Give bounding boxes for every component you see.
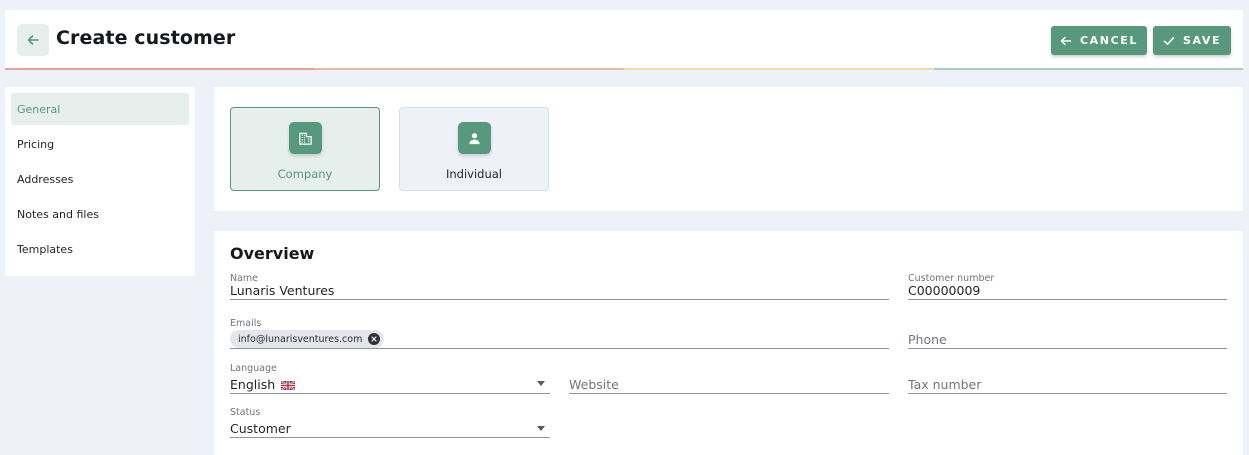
name-field[interactable]: Name Lunaris Ventures xyxy=(230,273,889,300)
divider-segment xyxy=(624,68,934,70)
chevron-down-icon xyxy=(537,381,545,386)
field-value: Customer xyxy=(230,421,291,436)
chevron-down-icon xyxy=(537,426,545,431)
customer-type-individual-card[interactable]: Individual xyxy=(399,107,549,191)
page-header: Create customer CANCEL SAVE xyxy=(5,10,1243,70)
cancel-button-label: CANCEL xyxy=(1080,34,1138,47)
field-placeholder: Phone xyxy=(908,332,947,347)
field-value: English xyxy=(230,377,296,392)
section-title: Overview xyxy=(230,244,315,263)
field-placeholder: Website xyxy=(569,377,619,392)
field-value: C00000009 xyxy=(908,283,981,298)
language-select[interactable]: Language English xyxy=(230,363,550,394)
field-label: Status xyxy=(230,407,261,418)
check-icon xyxy=(1163,36,1175,45)
uk-flag-icon xyxy=(281,381,296,390)
divider-segment xyxy=(933,68,1243,70)
phone-field[interactable]: Phone xyxy=(908,318,1227,349)
page-title: Create customer xyxy=(56,27,236,49)
sidebar-item-pricing[interactable]: Pricing xyxy=(11,128,189,160)
sidebar-item-label: Pricing xyxy=(17,137,55,151)
sidebar-item-notes-and-files[interactable]: Notes and files xyxy=(11,198,189,230)
remove-chip-icon[interactable] xyxy=(368,333,381,345)
overview-section: Overview Name Lunaris Ventures Customer … xyxy=(214,231,1243,455)
save-button[interactable]: SAVE xyxy=(1153,26,1231,55)
language-value: English xyxy=(230,377,276,392)
sidebar-item-label: Templates xyxy=(17,242,73,256)
sidebar-item-label: General xyxy=(17,102,61,116)
field-label: Language xyxy=(230,363,277,374)
customer-type-company-card[interactable]: Company xyxy=(230,107,380,191)
arrow-left-icon xyxy=(1060,36,1072,45)
header-progress-divider xyxy=(5,68,1243,70)
back-button[interactable] xyxy=(17,24,49,56)
divider-segment xyxy=(314,68,624,70)
tax-number-field[interactable]: Tax number xyxy=(908,363,1227,394)
email-chip: info@lunarisventures.com xyxy=(230,330,385,348)
field-placeholder: Tax number xyxy=(908,377,982,392)
customer-type-panel: Company Individual xyxy=(214,87,1243,211)
website-field[interactable]: Website xyxy=(569,363,889,394)
field-label: Emails xyxy=(230,318,262,329)
save-button-label: SAVE xyxy=(1182,34,1222,47)
arrow-left-icon xyxy=(27,35,39,45)
divider-segment xyxy=(5,68,315,70)
person-icon xyxy=(457,122,491,154)
sidebar-item-general[interactable]: General xyxy=(11,93,189,125)
building-icon xyxy=(288,122,322,154)
section-sidebar: General Pricing Addresses Notes and file… xyxy=(5,87,195,276)
sidebar-item-addresses[interactable]: Addresses xyxy=(11,163,189,195)
sidebar-item-label: Addresses xyxy=(17,172,74,186)
field-value: Lunaris Ventures xyxy=(230,283,335,298)
customer-type-label: Company xyxy=(277,167,333,181)
status-select[interactable]: Status Customer xyxy=(230,407,550,438)
cancel-button[interactable]: CANCEL xyxy=(1051,26,1147,55)
sidebar-item-label: Notes and files xyxy=(17,207,99,221)
customer-number-field[interactable]: Customer number C00000009 xyxy=(908,273,1227,300)
email-chip-text: info@lunarisventures.com xyxy=(238,333,363,345)
sidebar-item-templates[interactable]: Templates xyxy=(11,233,189,265)
emails-field[interactable]: Emails info@lunarisventures.com xyxy=(230,318,889,349)
customer-type-label: Individual xyxy=(445,167,502,181)
